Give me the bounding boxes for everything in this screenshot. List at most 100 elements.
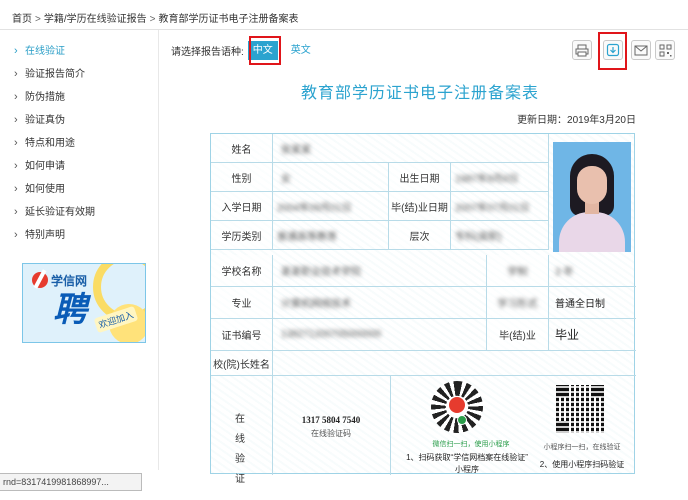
value-study-form: 普通全日制 [549,287,636,319]
language-prompt: 请选择报告语种: [171,47,244,58]
value-major: 计算机网络技术 [273,287,487,319]
banner-headline: 聘 [53,291,87,329]
print-icon [575,44,589,56]
chevron-right-icon: › [14,137,18,149]
sidebar-item-online-verify[interactable]: › 在线验证 [12,40,152,63]
label-gender: 性别 [211,163,273,192]
wechat-scan-tip: 微信扫一扫，使用小程序 [432,441,510,448]
sidebar-item-label: 在线验证 [25,46,65,57]
chevron-right-icon: › [14,160,18,172]
value-gender: 女 [273,163,389,192]
chevron-right-icon: › [14,45,18,57]
label-cert-no: 证书编号 [211,319,273,351]
label-president: 校(院)长姓名 [211,351,273,376]
language-selector: 请选择报告语种: 中文 英文 [171,41,316,60]
sidebar-item-label: 防伪措施 [25,92,65,103]
breadcrumb: 首页 > 学籍/学历在线验证报告 > 教育部学历证书电子注册备案表 [12,10,298,25]
mini-program-scan-tip: 小程序扫一扫，在线验证 [543,444,621,451]
banner-brand: 学信网 [51,274,88,288]
mail-button[interactable] [631,40,651,60]
qr-code-icon [659,44,671,56]
mini-program-qr-code [431,381,483,433]
certificate-table: 姓名 张某某 性别 女 出生日期 1987年8月8日 入学日期 2004年09月… [210,133,636,485]
language-english-button[interactable]: 英文 [286,41,316,60]
print-button[interactable] [572,40,592,60]
value-duration: 3 年 [549,255,636,287]
value-enroll: 2004年09月01日 [273,192,389,221]
wechat-icon [457,415,467,425]
sidebar-item-label: 如何申请 [25,161,65,172]
sidebar-item-label: 特点和用途 [25,138,75,149]
breadcrumb-report[interactable]: 学籍/学历在线验证报告 [44,14,147,25]
chsi-logo-icon [449,397,465,413]
verify-label-char: 线 [235,434,245,445]
update-date: 更新日期：2019年3月20日 [517,115,636,126]
label-name: 姓名 [211,134,273,163]
step-two-instruction: 2、使用小程序扫码验证 [539,460,625,469]
sidebar-item-how-to-use[interactable]: › 如何使用 [12,178,152,201]
label-study-form: 学习形式 [487,287,549,319]
verify-label-char: 在 [235,414,245,425]
sidebar-divider [158,30,159,470]
verify-label-char: 验 [235,454,245,465]
verification-code-number: 1317 5804 7540 [301,415,361,425]
header-divider [0,29,688,30]
value-president [273,351,636,376]
sidebar-item-report-intro[interactable]: › 验证报告简介 [12,63,152,86]
label-grad-status: 毕(结)业 [487,319,549,351]
value-school: 某某职业技术学院 [273,255,487,287]
highlight-box-chinese [249,36,281,65]
value-level: 专科(高职) [451,221,549,250]
sidebar-item-extend-validity[interactable]: › 延长验证有效期 [12,201,152,224]
sidebar-item-features[interactable]: › 特点和用途 [12,132,152,155]
chevron-right-icon: › [14,183,18,195]
recruitment-banner[interactable]: 学信网 聘 欢迎加入 [22,263,146,343]
label-major: 专业 [211,287,273,319]
label-enroll: 入学日期 [211,192,273,221]
sidebar-item-label: 验证报告简介 [25,69,85,80]
label-duration: 学制 [487,255,549,287]
chevron-right-icon: › [14,206,18,218]
label-grad: 毕(结)业日期 [389,192,451,221]
sidebar-item-label: 特别声明 [25,230,65,241]
chevron-right-icon: › [14,91,18,103]
verify-label-char: 证 [235,474,245,485]
chevron-right-icon: › [14,68,18,80]
label-edu-type: 学历类别 [211,221,273,250]
breadcrumb-current: 教育部学历证书电子注册备案表 [158,14,299,25]
status-bar-url: rnd=8317419981868997... [0,473,142,491]
value-grad-status: 毕业 [549,319,636,351]
verify-label: 在 线 验 证 [233,410,247,490]
sidebar-item-statement[interactable]: › 特别声明 [12,224,152,247]
value-grad: 2007年07月01日 [451,192,549,221]
sidebar-item-label: 验证真伪 [25,115,65,126]
highlight-box-download [598,32,627,70]
sidebar-item-label: 延长验证有效期 [25,207,95,218]
document-title: 教育部学历证书电子注册备案表 [300,85,539,102]
sidebar-item-verify-authenticity[interactable]: › 验证真伪 [12,109,152,132]
qr-pattern [556,385,604,433]
sidebar-item-how-to-apply[interactable]: › 如何申请 [12,155,152,178]
mail-icon [634,45,648,55]
qr-code-button[interactable] [655,40,675,60]
sidebar-item-label: 如何使用 [25,184,65,195]
value-name: 张某某 [273,134,549,163]
verification-qr-code [556,385,604,433]
verification-code: 1317 5804 7540 在线验证码 [299,415,363,439]
breadcrumb-separator: > [35,14,41,25]
step-one-instruction: 1、扫码获取“学信网档案在线验证” 小程序 [406,453,528,474]
value-edu-type: 普通高等教育 [273,221,389,250]
photo-face [577,166,607,204]
sidebar-item-anti-fake[interactable]: › 防伪措施 [12,86,152,109]
label-birth: 出生日期 [389,163,451,192]
breadcrumb-separator: > [149,14,156,25]
chevron-right-icon: › [14,114,18,126]
verification-code-label: 在线验证码 [311,429,351,438]
sidebar: › 在线验证 › 验证报告简介 › 防伪措施 › 验证真伪 › 特点和用途 › 如何申请 ›… [12,40,152,247]
value-cert-no: 138271200705000000 [273,319,487,351]
value-birth: 1987年8月8日 [451,163,549,192]
breadcrumb-home[interactable]: 首页 [12,14,32,25]
chevron-right-icon: › [14,229,18,241]
label-school: 学校名称 [211,255,273,287]
chsi-logo-icon [32,272,48,288]
